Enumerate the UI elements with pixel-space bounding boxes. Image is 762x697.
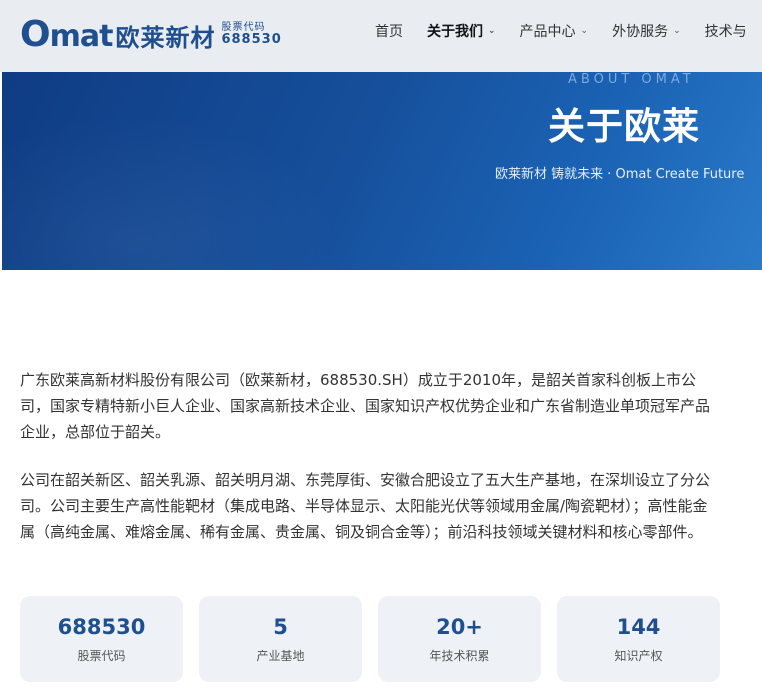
logo-stock-code: 688530: [221, 32, 282, 48]
nav-item-about[interactable]: 关于我们 ⌄: [427, 21, 496, 41]
stat-value: 5: [273, 614, 288, 639]
nav-item-label: 关于我们: [427, 24, 483, 40]
logo-wordmark: Omat: [20, 14, 114, 55]
chevron-down-icon: ⌄: [673, 26, 681, 36]
nav-item-label: 产品中心: [519, 24, 576, 40]
banner-subtitle-en: ABOUT OMAT: [568, 72, 695, 87]
site-header: Omat 欧莱新材 股票代码 688530 首页 关于我们 ⌄ 产品中心 ⌄ 外…: [0, 0, 762, 72]
chevron-down-icon: ⌄: [488, 26, 496, 36]
stat-value: 688530: [57, 614, 146, 639]
nav-item-home[interactable]: 首页: [375, 21, 403, 41]
nav-item-label: 技术与: [704, 24, 747, 40]
logo-stock-block: 股票代码 688530: [221, 22, 282, 48]
intro-paragraph-1: 广东欧莱高新材料股份有限公司（欧莱新材，688530.SH）成立于2010年，是…: [20, 371, 711, 441]
hero-banner: ABOUT OMAT 关于欧莱 欧莱新材 铸就未来 · Omat Create …: [2, 72, 762, 270]
stat-label: 年技术积累: [429, 648, 490, 663]
intro-paragraph-2: 公司在韶关新区、韶关乳源、韶关明月湖、东莞厚街、安徽合肥设立了五大生产基地，在深…: [20, 471, 711, 541]
stat-card-bases: 5 产业基地: [199, 596, 362, 682]
stat-label: 产业基地: [256, 648, 305, 663]
logo[interactable]: Omat 欧莱新材 股票代码 688530: [20, 10, 282, 60]
main-nav: 首页 关于我们 ⌄ 产品中心 ⌄ 外协服务 ⌄ 技术与: [375, 0, 762, 62]
nav-item-label: 外协服务: [612, 24, 669, 40]
nav-item-technology[interactable]: 技术与: [705, 21, 747, 41]
logo-o: O: [20, 14, 51, 55]
nav-item-products[interactable]: 产品中心 ⌄: [520, 21, 589, 41]
banner-slogan: 欧莱新材 铸就未来 · Omat Create Future: [495, 167, 745, 182]
stat-value: 144: [616, 614, 661, 639]
stats-row: 688530 股票代码 5 产业基地 20+ 年技术积累 144 知识产权: [20, 596, 736, 682]
logo-company-name: 欧莱新材: [115, 23, 216, 52]
stat-card-experience: 20+ 年技术积累: [378, 596, 541, 682]
logo-mat: mat: [49, 19, 114, 54]
page-title: 关于欧莱: [548, 105, 700, 148]
chevron-down-icon: ⌄: [580, 26, 589, 36]
nav-item-outsourcing[interactable]: 外协服务 ⌄: [612, 21, 681, 41]
stat-value: 20+: [436, 614, 483, 639]
nav-item-label: 首页: [375, 24, 403, 40]
stat-card-stock-code: 688530 股票代码: [20, 596, 183, 682]
stat-label: 知识产权: [614, 648, 663, 663]
stat-label: 股票代码: [77, 648, 126, 663]
stat-card-ip: 144 知识产权: [557, 596, 720, 682]
